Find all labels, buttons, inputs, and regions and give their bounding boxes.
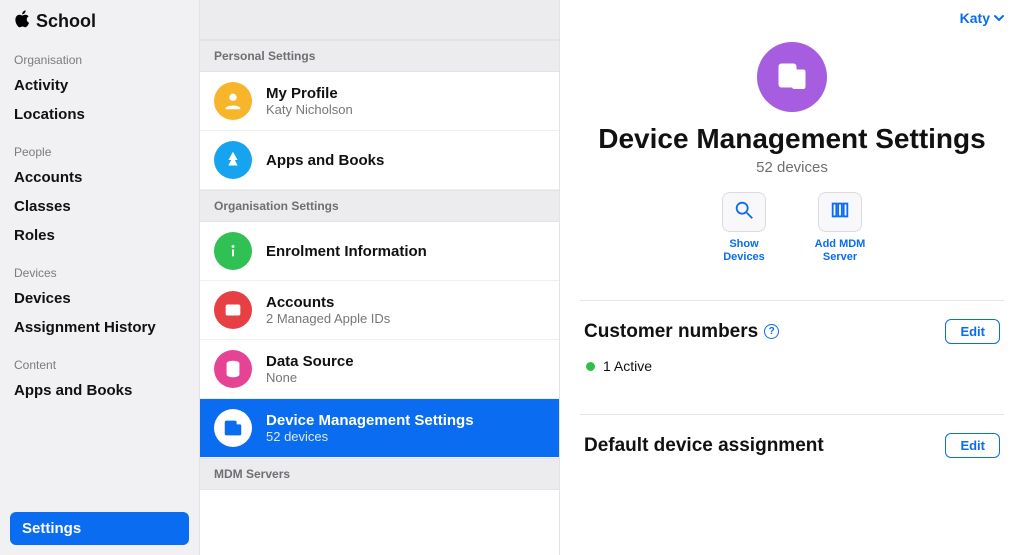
sidebar-item-accounts[interactable]: Accounts [0,163,199,192]
detail-title: Device Management Settings [598,122,985,155]
row-title: Device Management Settings [266,412,474,429]
sidebar-item-roles[interactable]: Roles [0,221,199,250]
help-icon[interactable]: ? [764,324,779,339]
row-title: Data Source [266,353,354,370]
row-sub: 52 devices [266,429,474,444]
person-icon [214,82,252,120]
sidebar-item-settings[interactable]: Settings [10,512,189,545]
row-sub: Katy Nicholson [266,102,353,117]
appstore-icon [214,141,252,179]
settings-item-device-management[interactable]: Device Management Settings 52 devices [200,399,559,458]
section-heading: Default device assignment [584,435,824,457]
sidebar-group-content: Content Apps and Books [0,346,199,409]
section-heading: Customer numbers [584,321,758,343]
row-title: Accounts [266,294,390,311]
settings-item-accounts[interactable]: Accounts 2 Managed Apple IDs [200,281,559,340]
settings-list: Personal Settings My Profile Katy Nichol… [200,0,560,555]
section-head-mdm-servers: MDM Servers [200,458,559,490]
group-label-devices: Devices [0,262,199,284]
apple-logo-icon [14,10,30,33]
row-title: Apps and Books [266,152,384,169]
brand: School [0,0,199,41]
sidebar-item-locations[interactable]: Locations [0,100,199,129]
detail-subtitle: 52 devices [756,159,828,176]
detail-pane: Katy Device Management Settings 52 devic… [560,0,1024,555]
sidebar-group-organisation: Organisation Activity Locations [0,41,199,133]
detail-actions: Show Devices Add MDM Server [708,192,876,264]
devices-badge-icon [757,42,827,112]
id-card-icon [214,291,252,329]
sidebar-item-assignment-history[interactable]: Assignment History [0,313,199,342]
add-mdm-server-button[interactable]: Add MDM Server [804,192,876,264]
group-label-people: People [0,141,199,163]
info-icon [214,232,252,270]
action-label: Add MDM Server [804,238,876,264]
sidebar-item-devices[interactable]: Devices [0,284,199,313]
sidebar-item-classes[interactable]: Classes [0,192,199,221]
sidebar-group-people: People Accounts Classes Roles [0,133,199,254]
group-label-content: Content [0,354,199,376]
sidebar-item-activity[interactable]: Activity [0,71,199,100]
section-default-device-assignment: Default device assignment Edit [560,415,1024,466]
chevron-down-icon [994,10,1004,26]
user-menu[interactable]: Katy [560,0,1024,26]
sidebar-item-apps-and-books[interactable]: Apps and Books [0,376,199,405]
show-devices-button[interactable]: Show Devices [708,192,780,264]
customer-numbers-status: 1 Active [584,344,1000,382]
row-title: My Profile [266,85,353,102]
row-sub: 2 Managed Apple IDs [266,311,390,326]
settings-item-data-source[interactable]: Data Source None [200,340,559,399]
edit-default-assignment-button[interactable]: Edit [945,433,1000,458]
row-sub: None [266,370,354,385]
settings-list-header-gap [200,0,559,40]
user-name: Katy [960,10,990,26]
settings-item-enrolment-info[interactable]: Enrolment Information [200,222,559,281]
devices-icon [214,409,252,447]
row-title: Enrolment Information [266,243,427,260]
detail-hero: Device Management Settings 52 devices Sh… [560,26,1024,276]
search-icon [733,199,755,226]
sidebar-group-devices: Devices Devices Assignment History [0,254,199,346]
status-text: 1 Active [603,358,652,374]
edit-customer-numbers-button[interactable]: Edit [945,319,1000,344]
brand-name: School [36,11,96,32]
group-label-organisation: Organisation [0,49,199,71]
settings-item-my-profile[interactable]: My Profile Katy Nicholson [200,72,559,131]
server-icon [829,199,851,226]
section-head-personal: Personal Settings [200,40,559,72]
action-label: Show Devices [708,238,780,264]
section-customer-numbers: Customer numbers ? Edit 1 Active [560,301,1024,390]
settings-item-apps-and-books[interactable]: Apps and Books [200,131,559,190]
section-head-organisation: Organisation Settings [200,190,559,222]
status-dot-icon [586,362,595,371]
database-icon [214,350,252,388]
sidebar: School Organisation Activity Locations P… [0,0,200,555]
